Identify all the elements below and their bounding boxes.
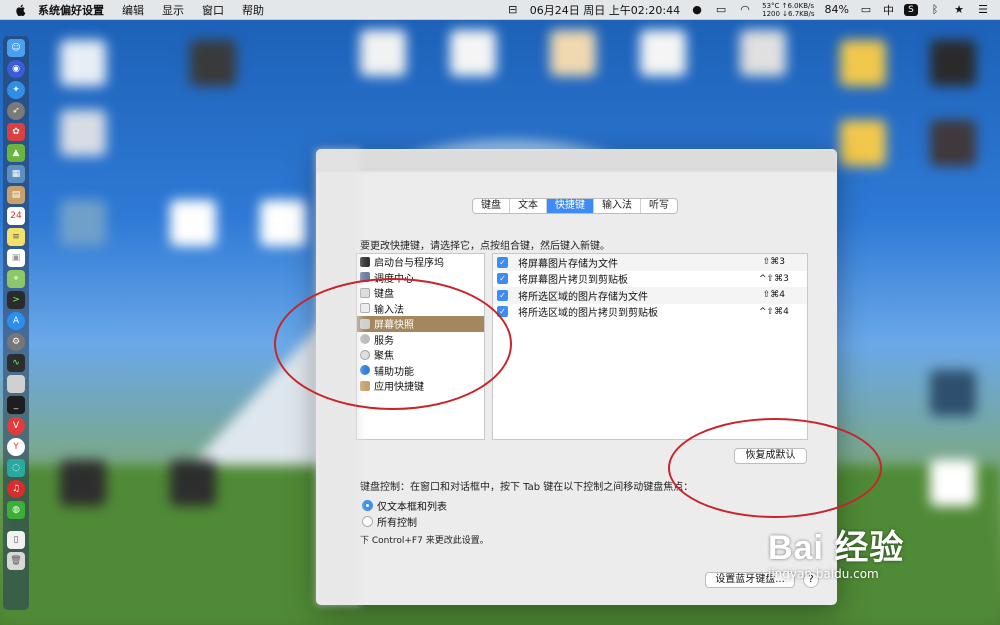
radio-label: 仅文本框和列表	[377, 502, 447, 513]
sensor-top: 53°C ↑6.0KB/s	[762, 1, 815, 10]
blank-app-icon[interactable]	[7, 375, 25, 393]
vivaldi-icon[interactable]: V	[7, 417, 25, 435]
terminal-green-icon[interactable]: >	[7, 291, 25, 309]
shortcut-row[interactable]: ✓ 将所选区域的图片存储为文件 ⇧⌘4	[493, 287, 807, 304]
launchpad-icon[interactable]: ➶	[7, 102, 25, 120]
sensor-bottom: 1200 ↓6.7KB/s	[762, 9, 815, 18]
shortcut-name: 将屏幕图片存储为文件	[518, 258, 618, 270]
menu-extra-icon[interactable]: ⊟	[506, 3, 520, 16]
radio-all-controls[interactable]: 所有控制	[362, 514, 417, 529]
sogou-icon[interactable]: S	[904, 3, 918, 16]
shortcut-key[interactable]: ⇧⌘4	[759, 290, 807, 300]
tab-text[interactable]: 文本	[510, 199, 547, 213]
category-label: 启动台与程序坞	[374, 258, 444, 270]
tab-bar: 键盘 文本 快捷键 输入法 听写	[472, 198, 678, 214]
shortcut-name: 将所选区域的图片存储为文件	[518, 291, 648, 303]
shortcut-row[interactable]: ✓ 将屏幕图片存储为文件 ⇧⌘3	[493, 254, 807, 271]
menu-view[interactable]: 显示	[162, 2, 184, 18]
radio-button[interactable]	[362, 516, 373, 527]
control-f7-hint: 下 Control+F7 来更改此设置。	[360, 536, 489, 546]
radio-button-selected[interactable]	[362, 500, 373, 511]
shortcut-name: 将所选区域的图片拷贝到剪贴板	[518, 308, 658, 320]
shortcut-key[interactable]: ^⇧⌘4	[759, 307, 807, 317]
menu-help[interactable]: 帮助	[242, 2, 264, 18]
shortcut-table: ✓ 将屏幕图片存储为文件 ⇧⌘3 ✓ 将屏幕图片拷贝到剪贴板 ^⇧⌘3 ✓ 将所…	[492, 253, 808, 440]
app-teal-icon[interactable]: ◌	[7, 459, 25, 477]
app-red-icon[interactable]: ✿	[7, 123, 25, 141]
star-icon[interactable]: ★	[952, 3, 966, 16]
app-store-icon[interactable]: A	[7, 312, 25, 330]
finder-icon[interactable]: ☺	[7, 39, 25, 57]
activity-monitor-icon[interactable]: ∿	[7, 354, 25, 372]
radio-label: 所有控制	[377, 518, 417, 529]
shortcut-row[interactable]: ✓ 将屏幕图片拷贝到剪贴板 ^⇧⌘3	[493, 271, 807, 288]
tab-keyboard[interactable]: 键盘	[473, 199, 510, 213]
wechat-icon[interactable]: ◍	[7, 501, 25, 519]
radio-text-boxes-lists[interactable]: 仅文本框和列表	[362, 498, 447, 513]
document-icon[interactable]: ▯	[7, 531, 25, 549]
menu-status-area: ⊟ 06月24日 周日 上午02:20:44 ● ▭ ◠ 53°C ↑6.0KB…	[506, 2, 1000, 18]
launchpad-icon	[360, 256, 370, 267]
annotation-circle-restore	[668, 418, 882, 518]
baidu-watermark: Bai 经验 jingyan.baidu.com	[768, 520, 904, 581]
system-monitor[interactable]: 53°C ↑6.0KB/s 1200 ↓6.7KB/s	[762, 2, 814, 18]
shortcut-checkbox[interactable]: ✓	[497, 273, 508, 285]
keyboard-control-text: 键盘控制：在窗口和对话框中，按下 Tab 键在以下控制之间移动键盘焦点：	[360, 482, 694, 493]
wifi-icon[interactable]: ◠	[738, 3, 752, 16]
watermark-url: jingyan.baidu.com	[768, 567, 879, 581]
yandex-icon[interactable]: Y	[7, 438, 25, 456]
dock: ☺ ◉ ✦ ➶ ✿ ▲ ▦ ▤ 24 ≡ ▣ ⌖ > A ⚙ ∿ _ V Y ◌…	[3, 36, 29, 610]
android-icon[interactable]: ▲	[7, 144, 25, 162]
battery-percent[interactable]: 84%	[825, 3, 849, 16]
menu-clock[interactable]: 06月24日 周日 上午02:20:44	[530, 2, 680, 18]
menu-window[interactable]: 窗口	[202, 2, 224, 18]
shortcut-name: 将屏幕图片拷贝到剪贴板	[518, 275, 628, 287]
shortcut-checkbox[interactable]: ✓	[497, 256, 508, 268]
terminal-icon[interactable]: _	[7, 396, 25, 414]
input-method-indicator[interactable]: 中	[883, 2, 894, 18]
system-preferences-icon[interactable]: ⚙	[7, 333, 25, 351]
siri-icon[interactable]: ◉	[7, 60, 25, 78]
tab-dictation[interactable]: 听写	[641, 199, 677, 213]
safari-icon[interactable]: ✦	[7, 81, 25, 99]
watermark-brand: Bai 经验	[768, 529, 905, 567]
netease-music-icon[interactable]: ♫	[7, 480, 25, 498]
menu-edit[interactable]: 编辑	[122, 2, 144, 18]
bluetooth-icon[interactable]: ᛒ	[928, 3, 942, 16]
apple-menu-icon[interactable]	[14, 3, 28, 17]
preview-icon[interactable]: ▦	[7, 165, 25, 183]
shortcut-row[interactable]: ✓ 将所选区域的图片拷贝到剪贴板 ^⇧⌘4	[493, 304, 807, 321]
trash-icon[interactable]: 🗑	[7, 552, 25, 570]
apple-logo-status-icon[interactable]: ●	[690, 3, 704, 16]
notification-center-icon[interactable]: ☰	[976, 3, 990, 16]
shortcut-checkbox[interactable]: ✓	[497, 289, 508, 301]
screen-mirror-icon[interactable]: ▭	[714, 3, 728, 16]
window-titlebar[interactable]	[316, 149, 837, 171]
shortcut-key[interactable]: ⇧⌘3	[759, 257, 807, 267]
shortcut-key[interactable]: ^⇧⌘3	[759, 274, 807, 284]
photos-icon[interactable]: ▣	[7, 249, 25, 267]
menu-app-name[interactable]: 系统偏好设置	[38, 2, 104, 18]
maps-icon[interactable]: ⌖	[7, 270, 25, 288]
tab-input-sources[interactable]: 输入法	[594, 199, 641, 213]
category-launchpad-dock[interactable]: 启动台与程序坞	[357, 254, 484, 270]
calendar-icon[interactable]: 24	[7, 207, 25, 225]
menu-bar: 系统偏好设置 编辑 显示 窗口 帮助 ⊟ 06月24日 周日 上午02:20:4…	[0, 0, 1000, 20]
annotation-circle-categories	[274, 278, 512, 410]
tab-shortcuts[interactable]: 快捷键	[547, 199, 594, 213]
notes-book-icon[interactable]: ▤	[7, 186, 25, 204]
battery-icon[interactable]: ▭	[859, 3, 873, 16]
notes-icon[interactable]: ≡	[7, 228, 25, 246]
instruction-text: 要更改快捷键，请选择它，点按组合键，然后键入新键。	[360, 241, 610, 252]
